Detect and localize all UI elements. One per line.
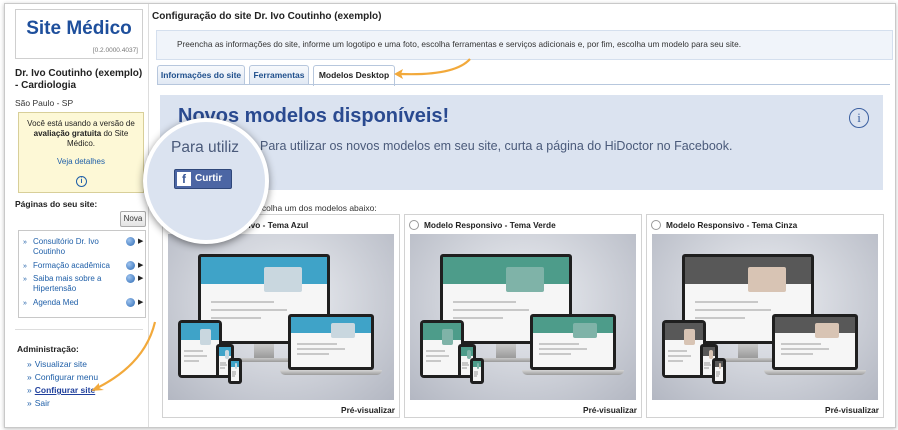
app-window: Site Médico [0.2.0000.4037] Dr. Ivo Cout…: [4, 3, 896, 428]
annotation-arrow-tab: [399, 58, 471, 76]
annotation-arrows: [91, 58, 471, 391]
annotation-arrow-menu: [96, 321, 157, 389]
